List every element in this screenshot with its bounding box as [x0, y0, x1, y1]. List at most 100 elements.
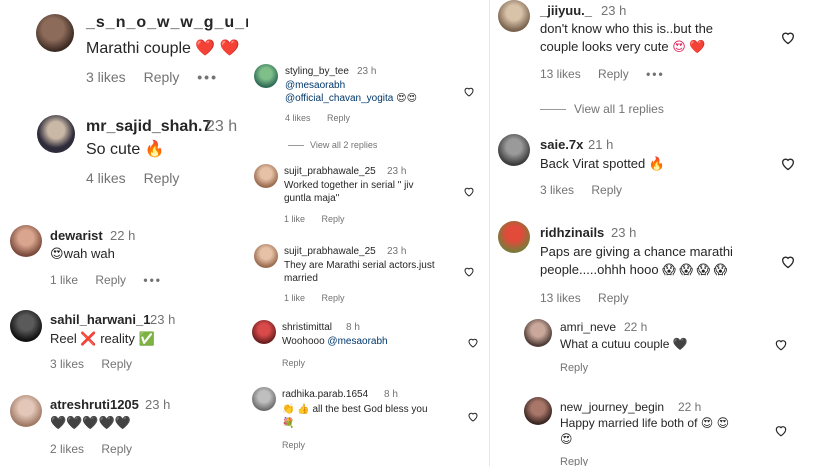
- comment-username[interactable]: atreshruti1205: [50, 397, 139, 412]
- mention-link[interactable]: @mesaorabh: [285, 80, 345, 91]
- heart-outline-icon[interactable]: [467, 337, 479, 348]
- mention-link[interactable]: @official_chavan_yogita: [285, 93, 393, 104]
- comment-text-content: couple looks very cute: [540, 39, 669, 54]
- comment-meta: Reply: [560, 456, 602, 466]
- comment-time: 23 h: [611, 225, 637, 240]
- comment-username[interactable]: _jiiyuu._: [540, 3, 592, 18]
- avatar[interactable]: [524, 397, 552, 425]
- likes-count[interactable]: 1 like: [50, 273, 78, 287]
- comment-username[interactable]: sahil_harwani_1: [50, 312, 150, 327]
- comment-text: Marathi couple ❤️ ❤️: [86, 38, 240, 58]
- likes-count[interactable]: 13 likes: [540, 291, 581, 305]
- comment-text: Happy married life both of 😍 😍: [560, 416, 729, 430]
- comment-item: _jiiyuu._ 23 h don't know who this is..b…: [490, 0, 830, 125]
- avatar[interactable]: [498, 221, 530, 253]
- comment-text: 😍wah wah: [50, 246, 115, 262]
- comment-meta: 3 likes Reply: [50, 357, 146, 371]
- comment-username[interactable]: mr_sajid_shah.7: [86, 118, 211, 136]
- heart-outline-icon[interactable]: [463, 266, 475, 277]
- heart-outline-icon[interactable]: [780, 254, 796, 269]
- avatar[interactable]: [524, 319, 552, 347]
- reply-button[interactable]: Reply: [598, 67, 629, 81]
- avatar[interactable]: [10, 225, 42, 257]
- comment-emojis: 😍: [50, 246, 64, 261]
- heart-outline-icon[interactable]: [463, 186, 475, 197]
- reply-button[interactable]: Reply: [322, 293, 345, 303]
- comment-username[interactable]: _s_n_o_w_w_g_u_r_l__: [86, 14, 248, 32]
- reply-button[interactable]: Reply: [560, 362, 588, 374]
- more-options-icon[interactable]: •••: [143, 273, 162, 287]
- reply-button[interactable]: Reply: [598, 291, 629, 305]
- heart-outline-icon[interactable]: [780, 30, 796, 45]
- comment-text: Reel ❌ reality ✅: [50, 331, 155, 347]
- more-options-icon[interactable]: •••: [646, 67, 665, 81]
- heart-outline-icon[interactable]: [774, 338, 788, 351]
- avatar[interactable]: [254, 64, 278, 88]
- comment-text-content: Happy married life both of: [560, 416, 698, 430]
- likes-count[interactable]: 1 like: [284, 214, 305, 224]
- avatar[interactable]: [36, 14, 74, 52]
- reply-button[interactable]: Reply: [101, 442, 132, 456]
- heart-outline-icon[interactable]: [780, 156, 796, 171]
- avatar[interactable]: [10, 395, 42, 427]
- comment-username[interactable]: shristimittal: [282, 322, 332, 333]
- view-replies-button[interactable]: View all 2 replies: [288, 140, 391, 150]
- avatar[interactable]: [254, 164, 278, 188]
- comment-username[interactable]: sujit_prabhawale_25: [284, 246, 376, 257]
- comment-username[interactable]: styling_by_tee: [285, 66, 349, 77]
- comment-emojis: 🔥: [648, 156, 666, 171]
- more-options-icon[interactable]: •••: [197, 69, 218, 85]
- avatar[interactable]: [10, 310, 42, 342]
- reply-button[interactable]: Reply: [591, 183, 622, 197]
- comment-username[interactable]: sujit_prabhawale_25: [284, 166, 376, 177]
- avatar[interactable]: [252, 387, 276, 411]
- comment-meta: Reply: [282, 440, 319, 450]
- mention-link[interactable]: @mesaorabh: [327, 336, 387, 347]
- view-replies-label[interactable]: View all 2 replies: [310, 140, 377, 150]
- likes-count[interactable]: 4 likes: [86, 170, 126, 186]
- reply-button[interactable]: Reply: [327, 113, 350, 123]
- comment-username[interactable]: radhika.parab.1654: [282, 389, 368, 400]
- heart-outline-icon[interactable]: [467, 411, 479, 422]
- reply-button[interactable]: Reply: [144, 170, 180, 186]
- likes-count[interactable]: 4 likes: [285, 113, 311, 123]
- view-replies-button[interactable]: View all 1 replies: [540, 102, 678, 116]
- avatar[interactable]: [37, 115, 75, 153]
- avatar[interactable]: [498, 0, 530, 32]
- reply-button[interactable]: Reply: [144, 69, 180, 85]
- comment-text: people.....ohhh hooo 😱 😱 😱 😱: [540, 262, 727, 278]
- comment-emojis: 🔥: [144, 141, 165, 158]
- comment-emojis: 🖤: [672, 337, 688, 351]
- comment-username[interactable]: amri_neve: [560, 320, 616, 334]
- comment-meta: 1 like Reply: [284, 214, 359, 224]
- likes-count[interactable]: 2 likes: [50, 442, 84, 456]
- heart-outline-icon[interactable]: [774, 424, 788, 437]
- comment-meta: 2 likes Reply: [50, 442, 146, 456]
- reply-button[interactable]: Reply: [101, 357, 132, 371]
- reply-button[interactable]: Reply: [282, 440, 305, 450]
- avatar[interactable]: [498, 134, 530, 166]
- comment-text-content: So cute: [86, 141, 141, 158]
- likes-count[interactable]: 3 likes: [50, 357, 84, 371]
- likes-count[interactable]: 13 likes: [540, 67, 581, 81]
- comment-username[interactable]: ridhzinails: [540, 225, 604, 240]
- heart-outline-icon[interactable]: [463, 86, 475, 97]
- likes-count[interactable]: 1 like: [284, 293, 305, 303]
- comment-username[interactable]: new_journey_begin: [560, 400, 664, 414]
- avatar[interactable]: [252, 320, 276, 344]
- reply-button[interactable]: Reply: [95, 273, 126, 287]
- reply-button[interactable]: Reply: [560, 456, 588, 466]
- comment-emojis: 😱 😱 😱 😱: [662, 262, 728, 277]
- likes-count[interactable]: 3 likes: [86, 69, 126, 85]
- avatar[interactable]: [254, 244, 278, 268]
- reply-button[interactable]: Reply: [322, 214, 345, 224]
- likes-count[interactable]: 3 likes: [540, 183, 574, 197]
- comment-time: 23 h: [387, 166, 407, 177]
- comment-username[interactable]: saie.7x: [540, 137, 583, 152]
- comment-text-content: What a cutuu couple: [560, 337, 670, 351]
- view-replies-label[interactable]: View all 1 replies: [574, 102, 664, 116]
- comment-username[interactable]: dewarist: [50, 228, 103, 243]
- reply-button[interactable]: Reply: [282, 358, 305, 368]
- comment-time: 8 h: [346, 322, 360, 333]
- comment-time: 22 h: [624, 320, 648, 334]
